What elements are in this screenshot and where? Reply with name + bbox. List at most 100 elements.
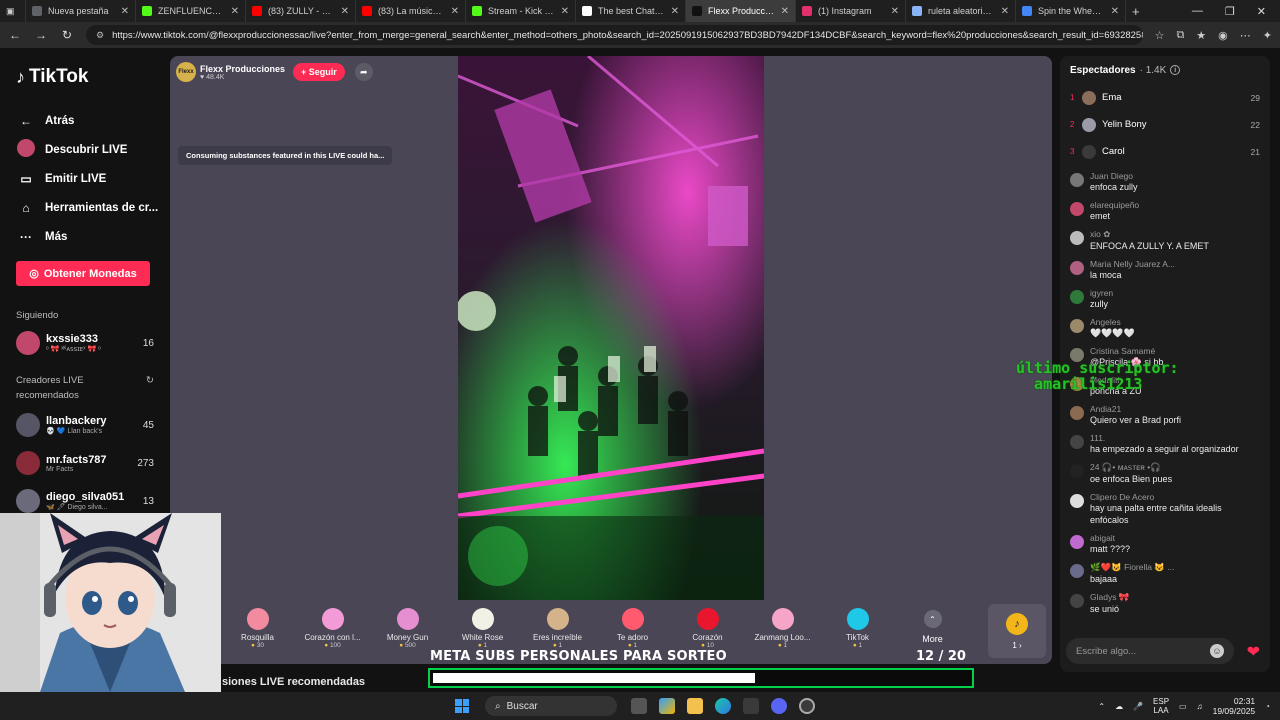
forward-arrow-icon[interactable]: → <box>34 28 48 42</box>
volume-icon[interactable]: ♫ <box>1197 702 1203 711</box>
copilot-icon[interactable]: ✦ <box>1263 29 1272 42</box>
chat-username[interactable]: Maria Nelly Juarez A... <box>1090 259 1175 269</box>
gift-item[interactable]: Rosquilla30 <box>220 604 295 660</box>
chat-username[interactable]: igyren <box>1090 288 1113 298</box>
notifications-icon[interactable]: ◔ <box>1265 702 1270 711</box>
close-tab-icon[interactable]: ✕ <box>781 6 789 17</box>
top-viewer-row[interactable]: 2 Yelin Bony 22 <box>1060 111 1270 138</box>
network-icon[interactable]: ▭ <box>1179 702 1187 711</box>
avatar[interactable] <box>1070 377 1084 391</box>
coin-recharge[interactable]: ♪ 1 › <box>988 604 1046 658</box>
live-video[interactable] <box>458 56 764 600</box>
url-field[interactable]: ⚙ https://www.tiktok.com/@flexxproduccio… <box>86 25 1143 45</box>
avatar[interactable] <box>1070 202 1084 216</box>
browser-tab[interactable]: Nueva pestaña ✕ <box>26 0 136 22</box>
chat-username[interactable]: 🌿❤️😺 Fiorella 😺 ... <box>1090 562 1174 573</box>
refresh-icon[interactable]: ↻ <box>146 373 154 403</box>
chat-username[interactable]: xio ✿ <box>1090 229 1209 240</box>
following-item[interactable]: kxssie333 ᵒ 🎀 ˣᴷᴀꜱꜱɪᴇˣ 🎀 ᵒ 16 <box>16 327 170 359</box>
avatar[interactable] <box>1070 594 1084 608</box>
chat-username[interactable]: 24 🎧• ᴍᴀꜱᴛᴇʀ •🎧 <box>1090 462 1172 473</box>
avatar[interactable] <box>1070 435 1084 449</box>
close-tab-icon[interactable]: ✕ <box>1001 6 1009 17</box>
nav-more[interactable]: ··· Más <box>16 222 170 251</box>
avatar[interactable] <box>1070 231 1084 245</box>
top-viewer-row[interactable]: 1 Ema 29 <box>1060 84 1270 111</box>
copilot-app-icon[interactable] <box>659 698 675 714</box>
get-coins-button[interactable]: ◎ Obtener Monedas <box>16 261 150 286</box>
close-tab-icon[interactable]: ✕ <box>451 6 459 17</box>
onedrive-icon[interactable]: ☁ <box>1115 702 1123 711</box>
chat-username[interactable]: Clipero De Acero <box>1090 492 1260 502</box>
top-viewer-row[interactable]: 3 Carol 21 <box>1060 138 1270 165</box>
chat-username[interactable]: Juan Diego <box>1090 171 1138 181</box>
avatar[interactable] <box>1070 564 1084 578</box>
chat-username[interactable]: Medalith <box>1090 375 1142 385</box>
chat-username[interactable]: abigait <box>1090 533 1130 543</box>
chat-username[interactable]: Gladys 🎀 <box>1090 592 1129 603</box>
recommended-item[interactable]: llanbackery 💀 💙 Llan back's 45 <box>16 409 170 441</box>
microphone-icon[interactable]: 🎤 <box>1133 702 1143 711</box>
tab-actions-icon[interactable]: ▣ <box>0 0 26 22</box>
browser-tab[interactable]: ZENFLUENCER Stre ✕ <box>136 0 246 22</box>
avatar[interactable] <box>1070 406 1084 420</box>
browser-tab[interactable]: Flexx Produccione ✕ <box>686 0 796 22</box>
task-view-icon[interactable] <box>631 698 647 714</box>
host-avatar[interactable]: Flexx <box>176 62 196 82</box>
back-link[interactable]: ← Atrás <box>16 106 170 135</box>
profile-icon[interactable]: ◉ <box>1218 29 1228 42</box>
avatar[interactable] <box>1070 173 1084 187</box>
avatar[interactable] <box>1070 261 1084 275</box>
clock[interactable]: 02:31 19/09/2025 <box>1213 696 1256 716</box>
chat-input[interactable]: Escribe algo... ☺ <box>1066 638 1234 664</box>
language-indicator[interactable]: ESP LAA <box>1153 697 1169 715</box>
tray-chevron-icon[interactable]: ⌃ <box>1098 702 1105 711</box>
close-tab-icon[interactable]: ✕ <box>341 6 349 17</box>
maximize-icon[interactable]: ❐ <box>1225 5 1235 18</box>
chat-username[interactable]: Cristina Samamé <box>1090 346 1163 356</box>
browser-tab[interactable]: Spin the Wheel - Fr ✕ <box>1016 0 1126 22</box>
share-icon[interactable]: ➦ <box>354 63 373 81</box>
new-tab-icon[interactable]: + <box>1126 0 1146 22</box>
nav-go-live[interactable]: ▭ Emitir LIVE <box>16 164 170 193</box>
minimize-icon[interactable]: — <box>1192 5 1203 18</box>
tiktok-logo[interactable]: ♪ TikTok <box>16 66 170 88</box>
discord-icon[interactable] <box>771 698 787 714</box>
file-explorer-icon[interactable] <box>687 698 703 714</box>
chat-username[interactable]: elarequipeño <box>1090 200 1139 210</box>
follow-button[interactable]: + Seguir <box>293 63 345 81</box>
close-tab-icon[interactable]: ✕ <box>561 6 569 17</box>
menu-dots-icon[interactable]: ⋯ <box>1240 29 1251 42</box>
close-tab-icon[interactable]: ✕ <box>231 6 239 17</box>
browser-tab[interactable]: Stream - Kick Dash ✕ <box>466 0 576 22</box>
avatar[interactable] <box>1070 535 1084 549</box>
gift-item[interactable]: Zanmang Loo...1 <box>745 604 820 660</box>
recommended-item[interactable]: mr.facts787 Mr Facts 273 <box>16 447 170 479</box>
emoji-icon[interactable]: ☺ <box>1210 644 1224 658</box>
store-icon[interactable] <box>743 698 759 714</box>
chat-username[interactable]: Angeles <box>1090 317 1135 327</box>
taskbar-search[interactable]: ⌕ Buscar <box>485 696 617 716</box>
avatar[interactable] <box>1070 494 1084 508</box>
gift-item[interactable]: TikTok1 <box>820 604 895 660</box>
site-info-icon[interactable]: ⚙ <box>96 30 104 41</box>
browser-tab[interactable]: (83) ZULLY - Las Bo ✕ <box>246 0 356 22</box>
reload-icon[interactable]: ↻ <box>60 28 74 42</box>
chat-username[interactable]: Andia21 <box>1090 404 1181 414</box>
browser-tab[interactable]: (1) Instagram ✕ <box>796 0 906 22</box>
heart-icon[interactable]: ❤ <box>1247 642 1260 662</box>
obs-icon[interactable] <box>799 698 815 714</box>
chat-username[interactable]: 111. <box>1090 433 1239 443</box>
browser-tab[interactable]: The best ChatBot a ✕ <box>576 0 686 22</box>
windows-start-icon[interactable] <box>455 699 469 713</box>
bookmark-star-icon[interactable]: ☆ <box>1155 29 1165 42</box>
extensions-icon[interactable]: ⧉ <box>1176 29 1184 42</box>
nav-creator-tools[interactable]: ⌂ Herramientas de cr... <box>16 193 170 222</box>
close-tab-icon[interactable]: ✕ <box>891 6 899 17</box>
close-window-icon[interactable]: ✕ <box>1257 5 1266 18</box>
back-arrow-icon[interactable]: ← <box>8 28 22 42</box>
gift-item[interactable]: Corazón con l...100 <box>295 604 370 660</box>
info-icon[interactable]: i <box>1170 65 1181 75</box>
browser-tab[interactable]: (83) La música de l ✕ <box>356 0 466 22</box>
avatar[interactable] <box>1070 290 1084 304</box>
